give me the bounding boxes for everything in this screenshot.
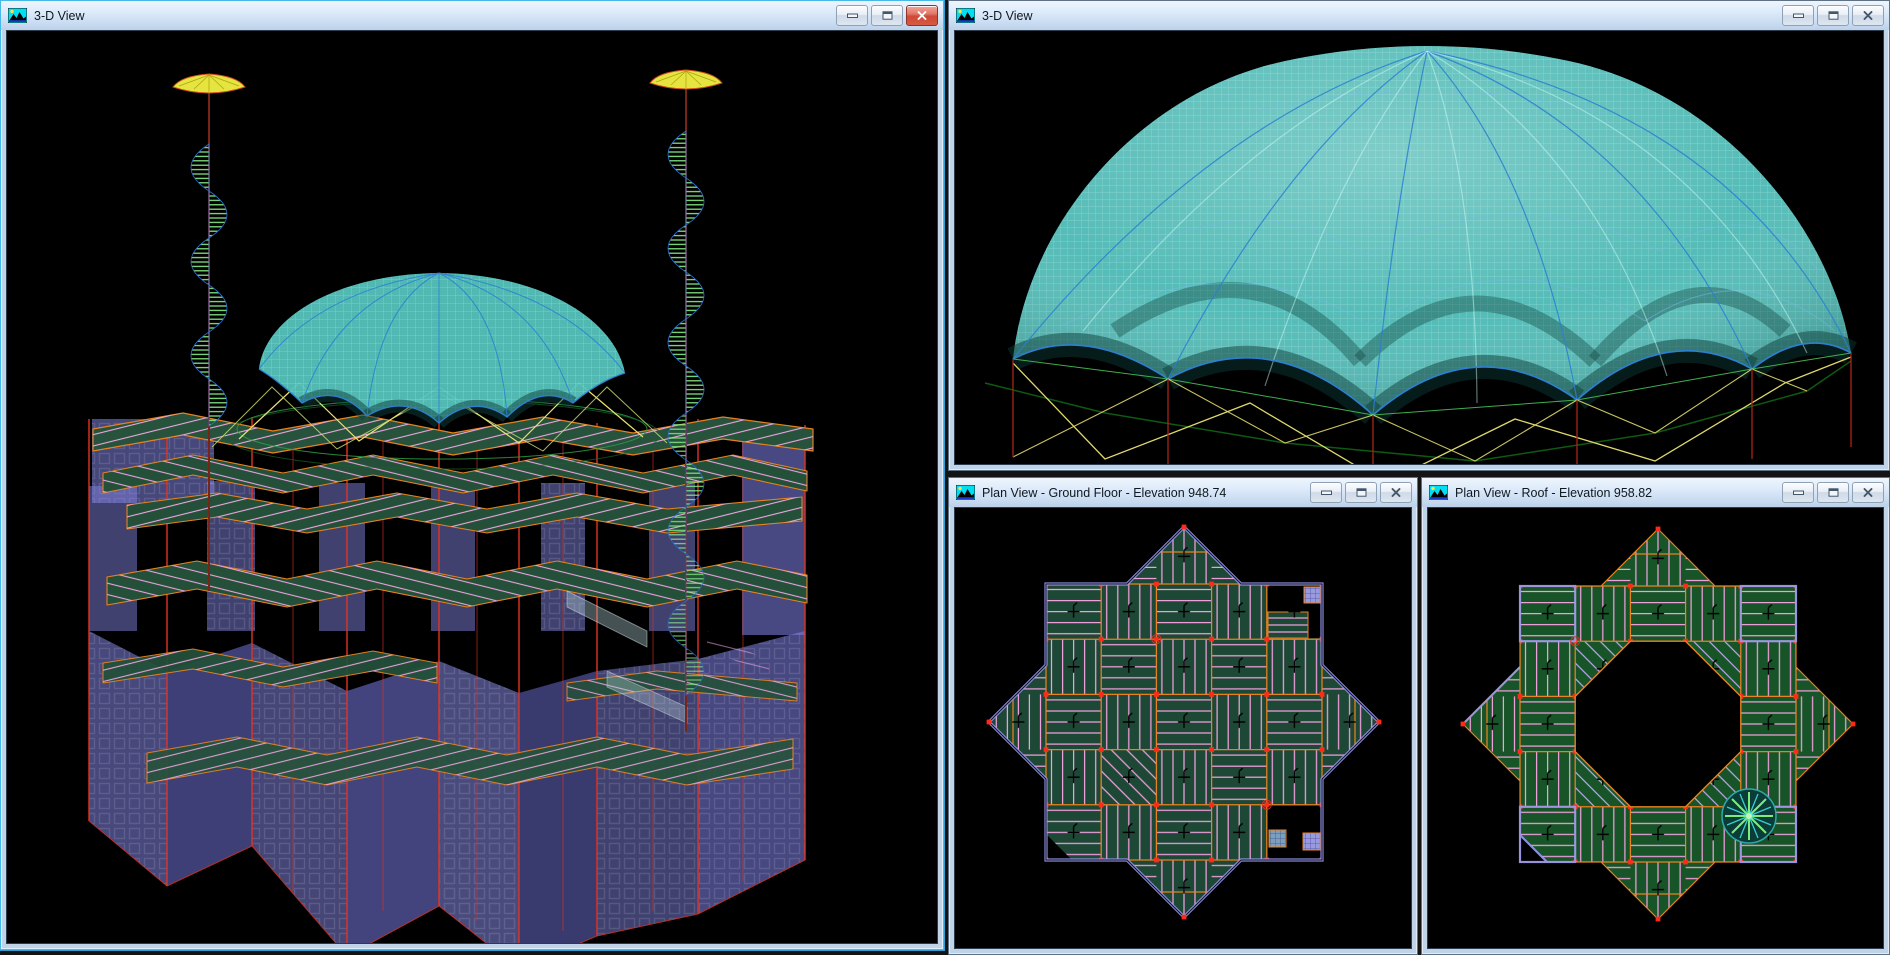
view-window-icon xyxy=(956,8,975,23)
close-icon xyxy=(1863,488,1873,497)
plan-roof[interactable] xyxy=(1428,508,1884,949)
close-button[interactable] xyxy=(1852,482,1884,503)
stair-starburst[interactable] xyxy=(1722,789,1776,843)
close-button[interactable] xyxy=(906,5,938,26)
close-button[interactable] xyxy=(1852,5,1884,26)
titlebar[interactable]: Plan View - Ground Floor - Elevation 948… xyxy=(949,478,1417,507)
view-window-icon xyxy=(956,485,975,500)
window-title: Plan View - Roof - Elevation 958.82 xyxy=(1455,486,1782,500)
minimize-icon xyxy=(847,11,858,20)
restore-icon xyxy=(882,11,893,20)
viewport-3d-main[interactable] xyxy=(6,30,938,944)
viewport-plan-roof[interactable] xyxy=(1427,507,1884,949)
window-3d-view-dome: 3-D View xyxy=(948,0,1890,471)
restore-icon xyxy=(1356,488,1367,497)
restore-icon xyxy=(1828,11,1839,20)
minimize-icon xyxy=(1793,11,1804,20)
minimize-button[interactable] xyxy=(1782,5,1814,26)
minimize-icon xyxy=(1793,488,1804,497)
mdi-workspace: { "mdi": { "background": "#141414" }, "w… xyxy=(0,0,1890,955)
restore-button[interactable] xyxy=(1817,482,1849,503)
model-3d-main[interactable] xyxy=(7,31,938,944)
view-window-icon xyxy=(1429,485,1448,500)
titlebar[interactable]: 3-D View xyxy=(1,1,943,30)
plan-ground-floor[interactable] xyxy=(955,508,1412,949)
window-title: 3-D View xyxy=(34,9,836,23)
model-3d-dome[interactable] xyxy=(955,31,1884,465)
minimize-icon xyxy=(1321,488,1332,497)
viewport-plan-ground[interactable] xyxy=(954,507,1412,949)
minimize-button[interactable] xyxy=(836,5,868,26)
restore-button[interactable] xyxy=(1345,482,1377,503)
window-title: Plan View - Ground Floor - Elevation 948… xyxy=(982,486,1310,500)
restore-icon xyxy=(1828,488,1839,497)
window-title: 3-D View xyxy=(982,9,1782,23)
restore-button[interactable] xyxy=(871,5,903,26)
minimize-button[interactable] xyxy=(1310,482,1342,503)
window-plan-ground: Plan View - Ground Floor - Elevation 948… xyxy=(948,477,1418,955)
view-window-icon xyxy=(8,8,27,23)
viewport-3d-dome[interactable] xyxy=(954,30,1884,465)
minimize-button[interactable] xyxy=(1782,482,1814,503)
titlebar[interactable]: Plan View - Roof - Elevation 958.82 xyxy=(1422,478,1889,507)
restore-button[interactable] xyxy=(1817,5,1849,26)
close-button[interactable] xyxy=(1380,482,1412,503)
titlebar[interactable]: 3-D View xyxy=(949,1,1889,30)
close-icon xyxy=(1863,11,1873,20)
window-3d-view-main: 3-D View xyxy=(0,0,944,950)
window-plan-roof: Plan View - Roof - Elevation 958.82 xyxy=(1421,477,1890,955)
close-icon xyxy=(1391,488,1401,497)
close-icon xyxy=(917,11,927,20)
